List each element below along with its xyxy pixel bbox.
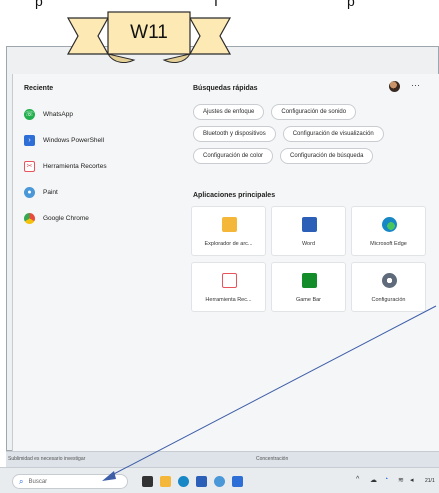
screenshot: p I p W11 Reciente ☏ WhatsApp › Windows …: [0, 0, 439, 493]
annotation-arrow: [102, 305, 437, 481]
